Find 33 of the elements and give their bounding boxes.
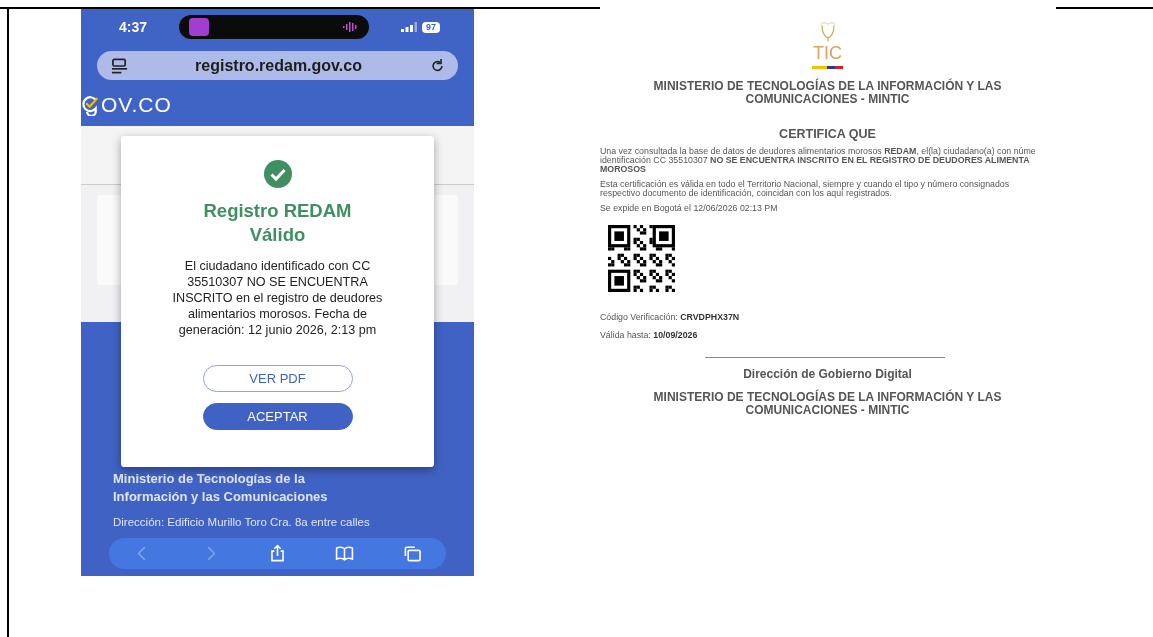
site-logo: OV.CO [101,93,172,117]
ministry-name: Información y las Comunicaciones [112,488,329,506]
logo-icon [81,94,100,116]
audio-wave-icon [343,22,359,32]
book-icon[interactable] [335,544,355,563]
tabs-icon[interactable] [402,544,422,563]
certificate-title: CERTIFICA QUE [778,127,877,141]
qr-code [608,225,675,292]
tic-logo: TIC [813,43,842,63]
accept-button[interactable]: ACEPTAR [202,403,353,430]
verification-code: Código Verificación: CRVDPHX37N [600,313,741,322]
flag-stripe [812,66,843,69]
signatory: Dirección de Gobierno Digital [742,367,913,381]
battery-level: 97 [421,21,440,33]
ministry-name: Ministerio de Tecnologías de la [112,470,306,488]
signal-icon [400,22,417,32]
address-text: Dirección: Edificio Murillo Toro Cra. 8a entre calles [112,515,371,528]
dialog-title: Registro REDAM Válido [202,199,353,247]
view-pdf-button[interactable]: VER PDF [202,365,353,392]
album-art-thumbnail [189,18,209,36]
issue-date: Se expide en Bogotá el 12/06/2026 02:13 PM [600,204,779,213]
coat-of-arms-icon [818,21,837,43]
page-menu-icon[interactable] [111,57,128,74]
validity-note: Esta certificación es válida en todo el Territorio Nacional, siempre y cuando el tipo y número consignados respectivo documento de identificación, coincidan con los aquí registrados. [600,180,1011,198]
valid-until: Válida hasta: 10/09/2026 [600,331,699,340]
check-icon [263,160,292,188]
ministry-footer: MINISTERIO DE TECNOLOGÍAS DE LA INFORMACIÓN Y LAS COMUNICACIONES - MINTIC [600,391,1055,417]
address-bar[interactable]: registro.redam.gov.co [97,51,458,80]
ministry-heading: MINISTERIO DE TECNOLOGÍAS DE LA INFORMACIÓN Y LAS COMUNICACIONES - MINTIC [652,80,1003,106]
certificate-statement: Una vez consultada la base de datos de deudores alimentarios morosos REDAM, el(la) ciudadano(a) con núme identificación CC 35510307 NO SE ENCUENTRA INSCRITO EN EL REGISTRO DE DEUDORES ALIMENTA MOROSOS [600,147,1037,174]
dialog-message: El ciudadano identificado con CC 35510307 NO SE ENCUENTRA INSCRITO en el registro de deudores alimentarios morosos. Fecha de generación: 12 junio 2026, 2:13 pm [171,258,384,338]
reload-icon[interactable] [429,57,446,74]
status-time: 4:37 [119,19,148,35]
